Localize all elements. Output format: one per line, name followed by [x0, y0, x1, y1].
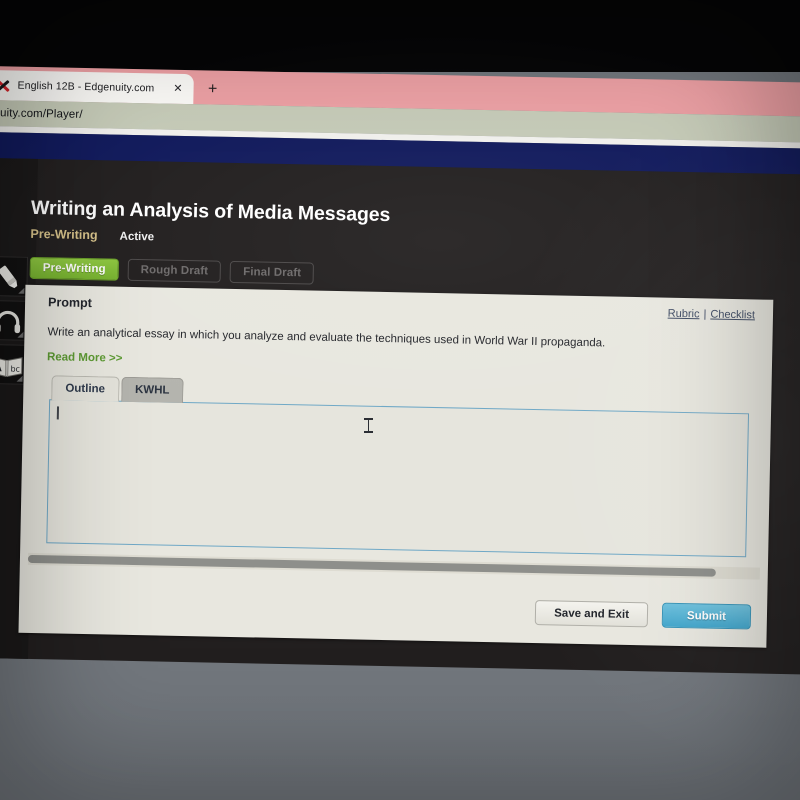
photo-of-screen: English 12B - Edgenuity.com ✕ + enuity.c…: [0, 0, 800, 800]
link-separator: |: [703, 308, 707, 321]
glossary-tool-button[interactable]: A bc: [0, 344, 27, 385]
mouse-cursor-ibeam: [364, 418, 373, 434]
text-caret: [56, 406, 59, 420]
browser-tab-title: English 12B - Edgenuity.com: [17, 79, 155, 95]
current-stage-label: Pre-Writing: [30, 226, 98, 243]
save-and-exit-button[interactable]: Save and Exit: [534, 600, 649, 628]
close-icon[interactable]: ✕: [170, 81, 186, 96]
edgenuity-x-favicon: [0, 78, 11, 93]
stage-button-final-draft[interactable]: Final Draft: [229, 260, 315, 285]
highlighter-tool-button[interactable]: [0, 256, 29, 297]
tab-kwhl[interactable]: KWHL: [120, 376, 184, 403]
stage-button-group: Pre-Writing Rough Draft Final Draft: [29, 256, 315, 285]
prompt-heading: Prompt: [47, 295, 92, 311]
edgenuity-player: A bc Writing an Analysis of Media Messag…: [0, 158, 800, 675]
rubric-link[interactable]: Rubric: [668, 308, 700, 321]
worksheet-tabs: Outline KWHL: [51, 375, 184, 403]
checklist-link[interactable]: Checklist: [710, 309, 755, 322]
new-tab-button[interactable]: +: [201, 78, 223, 100]
browser-tab[interactable]: English 12B - Edgenuity.com ✕: [0, 69, 194, 105]
tab-outline[interactable]: Outline: [51, 375, 120, 402]
card-footer-actions: Save and Exit Submit: [534, 600, 752, 630]
svg-text:A: A: [0, 364, 2, 374]
prompt-card: Prompt Rubric | Checklist Write an analy…: [18, 284, 774, 648]
monitor-bezel-top: [0, 0, 800, 72]
audio-tool-button[interactable]: [0, 300, 28, 341]
horizontal-scrollbar[interactable]: [27, 552, 760, 580]
essay-textarea[interactable]: [46, 399, 750, 558]
status-badge: Active: [119, 230, 155, 244]
address-bar-url: enuity.com/Player/: [0, 107, 83, 121]
scrollbar-thumb[interactable]: [27, 554, 716, 577]
submit-button[interactable]: Submit: [661, 602, 752, 630]
stage-button-rough-draft[interactable]: Rough Draft: [127, 258, 222, 283]
stage-button-pre-writing[interactable]: Pre-Writing: [29, 256, 119, 281]
card-links: Rubric | Checklist: [668, 308, 756, 322]
assignment-header: Writing an Analysis of Media Messages Pr…: [30, 197, 771, 256]
svg-text:bc: bc: [10, 364, 20, 373]
read-more-link[interactable]: Read More >>: [47, 351, 123, 365]
